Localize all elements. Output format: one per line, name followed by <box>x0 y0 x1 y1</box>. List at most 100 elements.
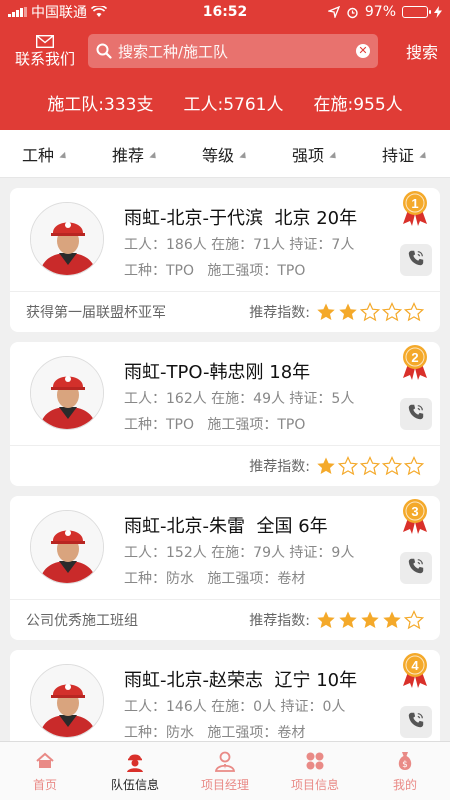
phone-call-button[interactable] <box>400 552 432 584</box>
team-trade: 工种：TPO <box>124 263 195 279</box>
recommend-label: 推荐指数: <box>249 613 310 629</box>
team-name: 雨虹-北京-赵荣志 辽宁 10年 <box>124 666 357 692</box>
envelope-icon <box>36 34 54 48</box>
manager-icon <box>214 751 236 772</box>
alarm-icon <box>347 7 358 18</box>
search-icon <box>96 43 112 59</box>
team-title: 雨虹-北京-赵荣志 <box>124 670 263 691</box>
filter-level[interactable]: 等级 <box>180 142 270 166</box>
tab-home[interactable]: 首页 <box>0 742 90 800</box>
tab-grid[interactable]: 项目信息 <box>270 742 360 800</box>
rank-medal-icon: 3 <box>400 498 430 534</box>
team-stats: 工人：186人 在施：71人 持证：7人 <box>124 237 355 253</box>
tab-bar: 首页 队伍信息 项目经理 项目信息 $ 我的 <box>0 741 450 800</box>
wifi-icon <box>91 6 107 17</box>
active-count: 在施:955人 <box>313 95 403 115</box>
star-filled-icon <box>383 611 401 628</box>
team-title: 雨虹-北京-朱雷 <box>124 516 245 537</box>
filter-recommend[interactable]: 推荐 <box>90 142 180 166</box>
phone-icon <box>407 711 425 733</box>
star-filled-icon <box>317 457 335 474</box>
recommend-label: 推荐指数: <box>249 305 310 321</box>
charging-icon <box>434 6 442 18</box>
tab-worker[interactable]: 队伍信息 <box>90 742 180 800</box>
team-name: 雨虹-北京-于代滨 北京 20年 <box>124 204 357 230</box>
avatar <box>30 510 104 584</box>
tab-label: 队伍信息 <box>110 778 159 792</box>
worker-icon <box>127 754 143 772</box>
contact-us-label: 联系我们 <box>14 49 75 68</box>
summary-stats: 施工队:333支 工人:5761人 在施:955人 <box>0 78 450 115</box>
location-arrow-icon <box>327 6 340 18</box>
team-trade: 工种：防水 <box>124 571 194 587</box>
team-trade: 工种：防水 <box>124 725 194 741</box>
status-bar: 中国联通 16:52 97% <box>0 0 450 24</box>
phone-icon <box>407 249 425 271</box>
recommend-label: 推荐指数: <box>249 459 310 475</box>
avatar <box>30 356 104 430</box>
grid-icon <box>306 752 324 770</box>
recommend-rating: 推荐指数: <box>249 292 424 332</box>
team-region: 辽宁 <box>274 670 311 691</box>
team-stats: 工人：152人 在施：79人 持证：9人 <box>124 545 355 561</box>
dropdown-icon <box>329 151 339 162</box>
avatar <box>30 202 104 276</box>
team-title: 雨虹-北京-于代滨 <box>124 208 263 229</box>
svg-text:$: $ <box>402 760 408 770</box>
dropdown-icon <box>239 151 249 162</box>
team-strength: 施工强项：卷材 <box>207 571 306 587</box>
battery-icon <box>402 6 431 18</box>
team-region: 北京 <box>274 208 311 229</box>
rank-medal-icon: 2 <box>400 344 430 380</box>
team-stats: 工人：146人 在施：0人 持证：0人 <box>124 699 346 715</box>
star-empty-icon <box>360 302 380 322</box>
team-card[interactable]: 雨虹-北京-赵荣志 辽宁 10年 工人：146人 在施：0人 持证：0人 工种：… <box>10 650 440 741</box>
star-empty-icon <box>338 456 358 476</box>
team-name: 雨虹-北京-朱雷 全国 6年 <box>124 512 328 538</box>
team-trade: 工种：TPO <box>124 417 195 433</box>
filter-trade[interactable]: 工种 <box>0 142 90 166</box>
signal-icon <box>8 7 27 17</box>
star-rating <box>316 610 424 630</box>
filter-strength[interactable]: 强项 <box>270 142 360 166</box>
filter-bar: 工种 推荐 等级 强项 持证 <box>0 130 450 178</box>
tab-manager[interactable]: 项目经理 <box>180 742 270 800</box>
tab-money-bag[interactable]: $ 我的 <box>360 742 450 800</box>
svg-text:4: 4 <box>411 658 419 673</box>
team-strength: 施工强项：卷材 <box>207 725 306 741</box>
tab-label: 项目经理 <box>200 778 249 792</box>
search-button[interactable]: 搜索 <box>406 39 440 63</box>
battery-percent: 97% <box>364 4 396 20</box>
team-list[interactable]: 雨虹-北京-于代滨 北京 20年 工人：186人 在施：71人 持证：7人 工种… <box>0 178 450 741</box>
phone-call-button[interactable] <box>400 706 432 738</box>
dropdown-icon <box>149 151 159 162</box>
star-empty-icon <box>404 302 424 322</box>
team-honor: 公司优秀施工班组 <box>26 613 138 629</box>
filter-label: 工种 <box>21 145 54 165</box>
tab-label: 首页 <box>32 778 57 792</box>
svg-text:2: 2 <box>411 350 418 365</box>
star-filled-icon <box>339 611 357 628</box>
team-count: 施工队:333支 <box>47 95 154 115</box>
team-strength: 施工强项：TPO <box>207 417 306 433</box>
phone-call-button[interactable] <box>400 244 432 276</box>
tab-label: 我的 <box>392 778 417 792</box>
team-title: 雨虹-TPO-韩忠刚 <box>124 362 264 383</box>
filter-certified[interactable]: 持证 <box>360 142 450 166</box>
team-trade-line: 工种：TPO 施工强项：TPO <box>124 414 305 434</box>
avatar <box>30 664 104 738</box>
filter-label: 推荐 <box>111 145 144 165</box>
team-card[interactable]: 雨虹-北京-朱雷 全国 6年 工人：152人 在施：79人 持证：9人 工种：防… <box>10 496 440 640</box>
star-filled-icon <box>361 611 379 628</box>
filter-label: 强项 <box>291 145 324 165</box>
phone-call-button[interactable] <box>400 398 432 430</box>
team-card[interactable]: 雨虹-北京-于代滨 北京 20年 工人：186人 在施：71人 持证：7人 工种… <box>10 188 440 332</box>
team-years: 20年 <box>316 208 358 229</box>
clear-search-icon[interactable]: ✕ <box>356 44 370 58</box>
team-card[interactable]: 雨虹-TPO-韩忠刚 18年 工人：162人 在施：49人 持证：5人 工种：T… <box>10 342 440 486</box>
rank-medal-icon: 4 <box>400 652 430 688</box>
rank-medal-icon: 1 <box>400 190 430 226</box>
star-empty-icon <box>404 610 424 630</box>
search-input[interactable]: 搜索工种/施工队 ✕ <box>88 34 378 68</box>
contact-us-button[interactable]: 联系我们 <box>10 34 80 68</box>
